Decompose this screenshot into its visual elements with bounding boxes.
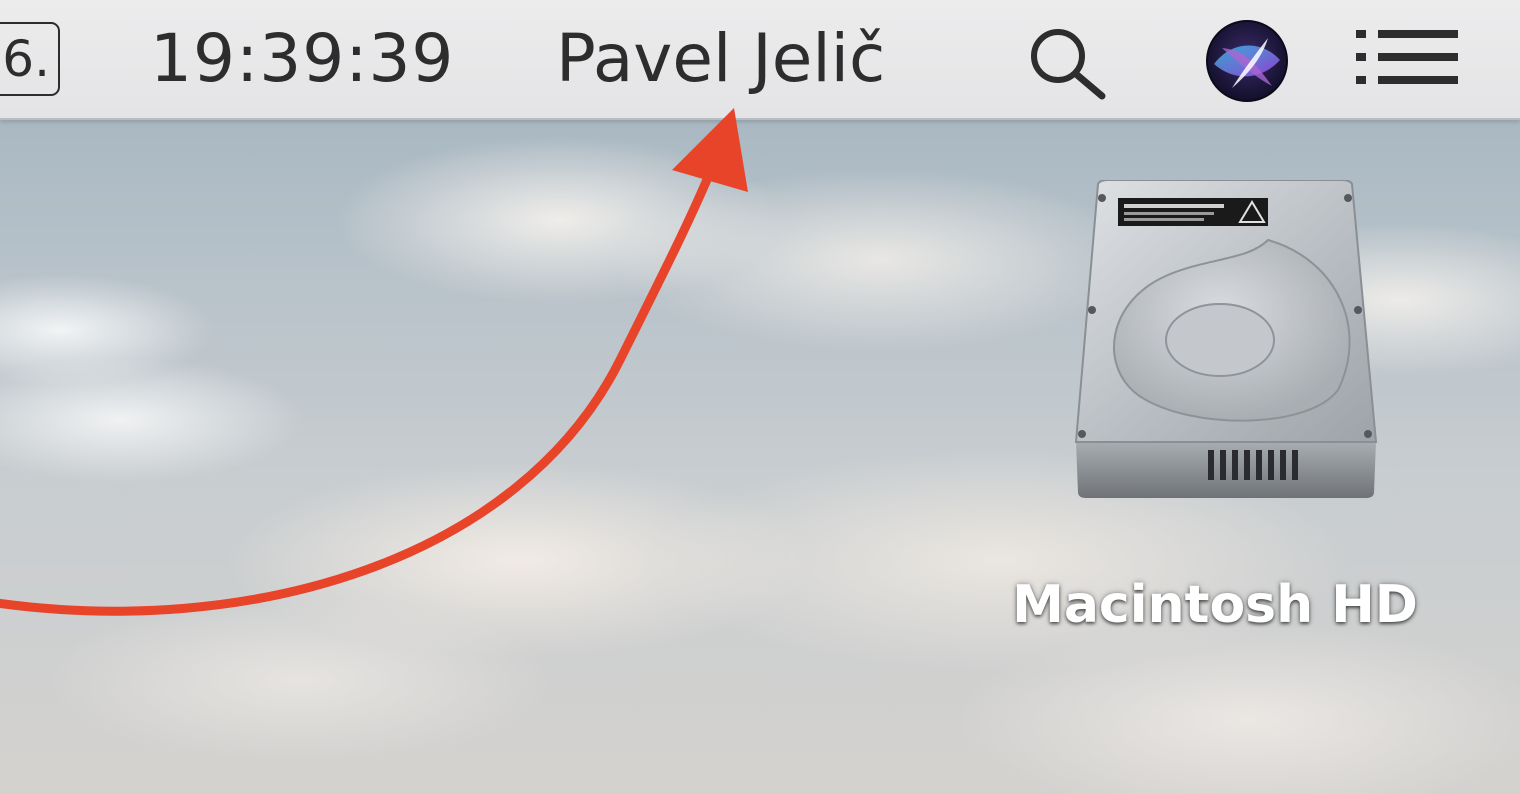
- menu-bar: 6. 19:39:39 Pavel Jelič: [0, 0, 1520, 120]
- desktop-item-macintosh-hd[interactable]: Macintosh HD: [980, 170, 1470, 650]
- siri-icon[interactable]: [1202, 20, 1292, 102]
- menu-date[interactable]: 6.: [0, 22, 60, 96]
- desktop-item-label: Macintosh HD: [1012, 575, 1418, 635]
- hard-drive-icon: [1068, 179, 1384, 500]
- notification-center-icon[interactable]: [1354, 26, 1460, 88]
- desktop[interactable]: 6. 19:39:39 Pavel Jelič Macintosh HD: [0, 0, 1520, 794]
- menu-clock[interactable]: 19:39:39: [150, 18, 454, 100]
- fast-user-switching-menu[interactable]: Pavel Jelič: [556, 18, 885, 100]
- spotlight-search-icon[interactable]: [1022, 24, 1112, 102]
